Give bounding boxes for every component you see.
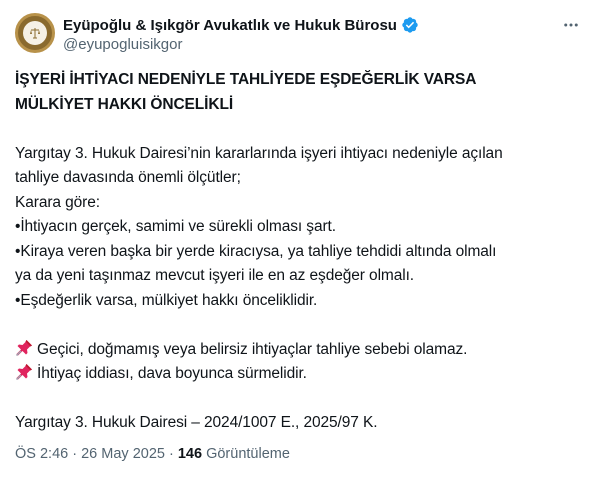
scales-logo-icon (30, 28, 40, 39)
pushpin-icon (16, 339, 32, 356)
bullet-1: •İhtiyacın gerçek, samimi ve sürekli olm… (15, 218, 336, 235)
meta-separator: · (72, 446, 78, 462)
tweet-card: Eyüpoğlu & Işıkgör Avukatlık ve Hukuk Bü… (0, 0, 602, 478)
views-count[interactable]: 146 (178, 446, 202, 462)
verified-badge-icon[interactable] (401, 16, 419, 34)
reference-line: Yargıtay 3. Hukuk Dairesi – 2024/1007 E.… (15, 414, 378, 431)
author-name-row: Eyüpoğlu & Işıkgör Avukatlık ve Hukuk Bü… (63, 15, 419, 35)
pushpin-icon (16, 364, 32, 380)
tweet-meta: ÖS 2:46 · 26 May 2025 · 146 Görüntüleme (15, 446, 290, 462)
bullet-2-line-1: •Kiraya veren başka bir yerde kiracıysa,… (15, 242, 497, 260)
intro-line-2: tahliye davasında önemli ölçütler; (15, 169, 241, 186)
avatar[interactable] (15, 13, 55, 53)
pin-line-2: İhtiyaç iddiası, dava boyunca sürmelidir… (15, 362, 585, 387)
pin-text-1: Geçici, doğmamış veya belirsiz ihtiyaçla… (37, 340, 468, 358)
bullet-2-line-2: ya da yeni taşınmaz mevcut işyeri ile en… (15, 267, 415, 284)
author-handle[interactable]: @eyupogluisikgor (63, 36, 182, 53)
post-title-line-1: İŞYERİ İHTİYACI NEDENİYLE TAHLİYEDE EŞDE… (15, 71, 477, 88)
pin-text-2: İhtiyaç iddiası, dava boyunca sürmelidir… (37, 365, 307, 382)
meta-separator: · (168, 446, 174, 462)
more-options-button[interactable] (561, 15, 581, 35)
bullet-3: •Eşdeğerlik varsa, mülkiyet hakkı önceli… (15, 291, 318, 309)
views-label[interactable]: Görüntüleme (206, 446, 290, 462)
more-options-icon (564, 23, 578, 27)
post-time[interactable]: ÖS 2:46 (15, 446, 68, 462)
post-date[interactable]: 26 May 2025 (81, 446, 165, 462)
intro-line-1: Yargıtay 3. Hukuk Dairesi’nin kararların… (15, 144, 503, 162)
author-display-name[interactable]: Eyüpoğlu & Işıkgör Avukatlık ve Hukuk Bü… (63, 17, 397, 34)
pin-line-1: Geçici, doğmamış veya belirsiz ihtiyaçla… (15, 338, 585, 363)
tweet-body: İŞYERİ İHTİYACI NEDENİYLE TAHLİYEDE EŞDE… (15, 68, 585, 436)
post-title-line-2: MÜLKİYET HAKKI ÖNCELİKLİ (15, 95, 234, 113)
karar-label: Karara göre: (15, 193, 100, 211)
